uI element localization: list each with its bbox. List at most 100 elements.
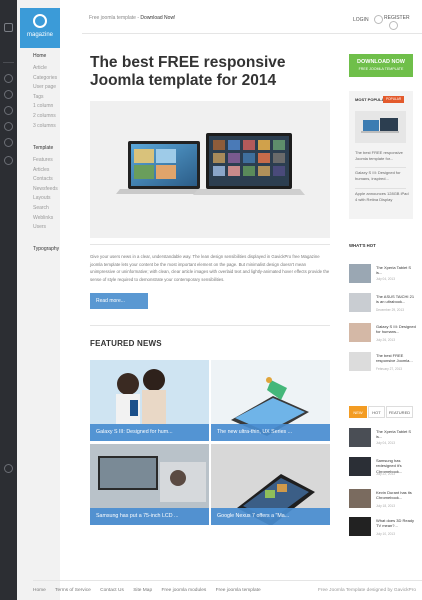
most-popular-item[interactable]: Galaxy S III: Designed for humans, inspi…: [355, 170, 409, 181]
nav-item-weblinks[interactable]: Weblinks: [33, 214, 58, 224]
featured-news-heading: FEATURED NEWS: [90, 339, 162, 348]
twitter-icon[interactable]: [4, 90, 13, 99]
whats-hot-thumbnail: [349, 264, 371, 283]
tab-list-thumbnail: [349, 428, 371, 447]
most-popular-item[interactable]: The best FREE responsive Joomla template…: [355, 150, 409, 161]
laptops-illustration: [116, 133, 305, 195]
article-hero-image[interactable]: [90, 101, 330, 238]
tab-featured[interactable]: FEATURED: [386, 406, 413, 418]
tab-list-date: July 04, 2013: [376, 441, 395, 445]
login-link[interactable]: LOGIN: [353, 15, 383, 24]
whats-hot-thumbnail: [349, 323, 371, 342]
nav-home[interactable]: Home: [33, 53, 57, 59]
nav-item-3-columns[interactable]: 3 columns: [33, 122, 57, 132]
register-label: REGISTER: [384, 15, 410, 21]
whats-hot-item[interactable]: The Xperia Tablet S is... July 04, 2013: [349, 264, 419, 290]
nav-template[interactable]: Template: [33, 145, 58, 151]
nav-group-typography: Typography: [33, 246, 59, 257]
featured-card[interactable]: Galaxy S III: Designed for hum...: [90, 360, 209, 441]
logo-text: magazine: [26, 32, 53, 38]
login-label: LOGIN: [353, 16, 369, 23]
most-popular-item[interactable]: Apple announces 128GB iPad 4 with Retina…: [355, 191, 409, 202]
most-popular-divider: [355, 188, 406, 189]
footer-link-terms[interactable]: Terms of Service: [55, 588, 91, 593]
tab-list-item[interactable]: Samsung has redesigned it's Chromebook..…: [349, 457, 419, 483]
nav-item-article[interactable]: Article: [33, 64, 57, 74]
rail-divider: [3, 62, 14, 63]
whats-hot-title: The ASUS TAICHI 21 is an ultrabook...: [376, 294, 415, 305]
footer-link-sitemap[interactable]: Site Map: [133, 588, 152, 593]
whats-hot-title: Galaxy S III: Designed for humans...: [376, 324, 416, 335]
login-icon: [373, 15, 383, 24]
nav-item-contacts[interactable]: Contacts: [33, 175, 58, 185]
nav-group-home: Home Article Categories User page Tags 1…: [33, 53, 57, 131]
header-divider: [82, 33, 422, 34]
most-popular-thumbnail[interactable]: [355, 111, 406, 143]
download-label: DOWNLOAD NOW: [357, 59, 405, 65]
featured-caption: Google Nexus 7 offers a "Ma...: [211, 508, 330, 525]
compass-icon: [33, 14, 47, 28]
download-now-button[interactable]: DOWNLOAD NOW FREE JOOMLA TEMPLATE: [349, 54, 413, 77]
whats-hot-item[interactable]: The ASUS TAICHI 21 is an ultrabook... De…: [349, 293, 419, 319]
tab-hot[interactable]: HOT: [368, 406, 385, 418]
register-link[interactable]: REGISTER: [384, 15, 422, 30]
footer-link-home[interactable]: Home: [33, 588, 46, 593]
register-icon: [389, 21, 398, 30]
back-to-top-icon[interactable]: [4, 464, 13, 473]
article-divider-top: [90, 244, 330, 245]
tab-new[interactable]: NEW: [349, 406, 367, 418]
footer-divider: [33, 580, 422, 581]
tab-list-date: July 18, 2013: [376, 504, 395, 508]
tab-list-item[interactable]: The Xperia Tablet S is... July 04, 2013: [349, 428, 419, 454]
nav-item-user-page[interactable]: User page: [33, 83, 57, 93]
whats-hot-item[interactable]: Galaxy S III: Designed for humans... Jul…: [349, 323, 419, 349]
nav-item-tags[interactable]: Tags: [33, 93, 57, 103]
footer-links: Home Terms of Service Contact Us Site Ma…: [33, 588, 269, 593]
promo-download-link[interactable]: Download Now!: [140, 15, 175, 21]
featured-card[interactable]: Samsung has put a 75-inch LCD ...: [90, 444, 209, 525]
tab-list-item[interactable]: Kevin Durant has its Chromebook... July …: [349, 489, 419, 515]
tab-list-title: Kevin Durant has its Chromebook...: [376, 490, 412, 501]
nav-item-search[interactable]: Search: [33, 204, 58, 214]
whats-hot-date: December 29, 2013: [376, 308, 404, 312]
nav-item-newsfeeds[interactable]: Newsfeeds: [33, 185, 58, 195]
nav-item-2-columns[interactable]: 2 columns: [33, 112, 57, 122]
footer-link-template[interactable]: Free joomla template: [216, 588, 261, 593]
featured-card[interactable]: The new ultra-thin, UX Series ...: [211, 360, 330, 441]
nav-typography[interactable]: Typography: [33, 246, 59, 252]
tab-list-thumbnail: [349, 517, 371, 536]
most-popular-divider: [355, 167, 406, 168]
whats-hot-item[interactable]: The best FREE responsive Joomla... Febru…: [349, 352, 419, 378]
whats-hot-heading: WHAT'S HOT: [349, 243, 376, 248]
popular-tag: POPULAR: [383, 96, 405, 103]
google-plus-icon[interactable]: [4, 106, 13, 115]
article-divider-bottom: [90, 325, 330, 326]
nav-item-layouts[interactable]: Layouts: [33, 194, 58, 204]
nav-group-template: Template Features Articles Contacts News…: [33, 145, 58, 233]
rss-icon[interactable]: [4, 23, 13, 32]
site-logo[interactable]: magazine: [20, 8, 60, 48]
whats-hot-date: February 27, 2013: [376, 367, 403, 371]
dribbble-icon[interactable]: [4, 156, 13, 165]
nav-item-1-column[interactable]: 1 column: [33, 102, 57, 112]
tab-list-title: What does 3D Ready TV mean?...: [376, 518, 415, 529]
promo-prefix: Free joomla template -: [89, 15, 141, 21]
footer-link-contact[interactable]: Contact Us: [100, 588, 124, 593]
whats-hot-title: The best FREE responsive Joomla...: [376, 353, 413, 364]
pinterest-icon[interactable]: [4, 122, 13, 131]
footer-link-modules[interactable]: Free joomla modules: [161, 588, 206, 593]
nav-item-categories[interactable]: Categories: [33, 74, 57, 84]
whats-hot-title: The Xperia Tablet S is...: [376, 265, 412, 276]
featured-card[interactable]: Google Nexus 7 offers a "Ma...: [211, 444, 330, 525]
nav-item-users[interactable]: Users: [33, 223, 58, 233]
nav-item-features[interactable]: Features: [33, 156, 58, 166]
tab-list-item[interactable]: What does 3D Ready TV mean?... July 10, …: [349, 517, 419, 543]
linkedin-icon[interactable]: [4, 138, 13, 147]
featured-caption: Galaxy S III: Designed for hum...: [90, 424, 209, 441]
facebook-icon[interactable]: [4, 74, 13, 83]
read-more-button[interactable]: Read more...: [90, 293, 148, 309]
tab-list-title: The Xperia Tablet S is...: [376, 429, 412, 440]
nav-item-articles[interactable]: Articles: [33, 166, 58, 176]
tab-list-thumbnail: [349, 489, 371, 508]
article-title[interactable]: The best FREE responsive Joomla template…: [90, 54, 335, 90]
